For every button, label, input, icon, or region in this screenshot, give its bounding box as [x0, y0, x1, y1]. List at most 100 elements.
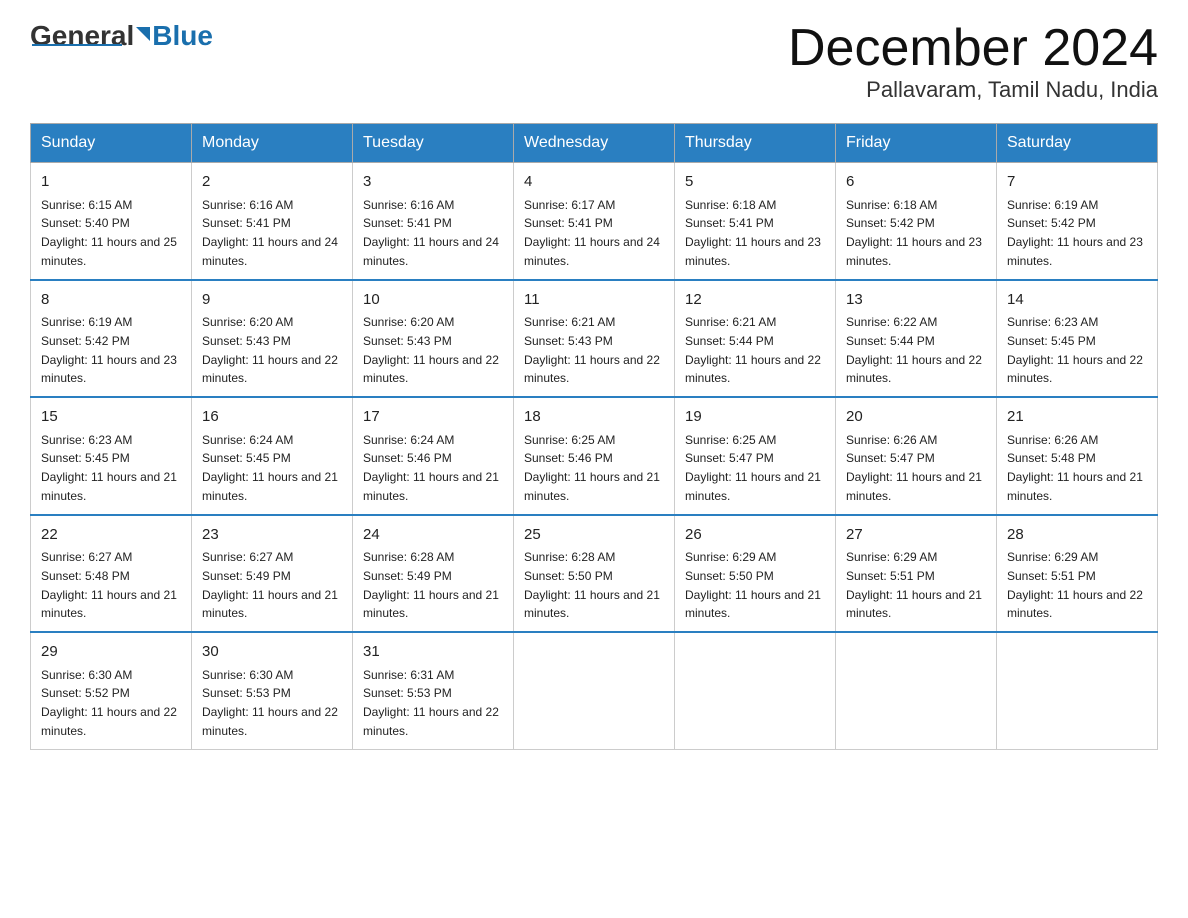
day-number: 20 — [846, 406, 986, 429]
day-info: Sunrise: 6:25 AMSunset: 5:46 PMDaylight:… — [524, 433, 660, 503]
day-info: Sunrise: 6:15 AMSunset: 5:40 PMDaylight:… — [41, 198, 177, 268]
calendar-week-row: 22 Sunrise: 6:27 AMSunset: 5:48 PMDaylig… — [31, 515, 1158, 633]
day-number: 11 — [524, 289, 664, 312]
day-info: Sunrise: 6:27 AMSunset: 5:49 PMDaylight:… — [202, 550, 338, 620]
day-info: Sunrise: 6:30 AMSunset: 5:53 PMDaylight:… — [202, 668, 338, 738]
day-info: Sunrise: 6:31 AMSunset: 5:53 PMDaylight:… — [363, 668, 499, 738]
logo-blue-text: Blue — [152, 20, 213, 52]
calendar-title-area: December 2024 Pallavaram, Tamil Nadu, In… — [788, 20, 1158, 103]
calendar-cell: 22 Sunrise: 6:27 AMSunset: 5:48 PMDaylig… — [31, 515, 192, 633]
day-info: Sunrise: 6:20 AMSunset: 5:43 PMDaylight:… — [363, 315, 499, 385]
day-number: 6 — [846, 171, 986, 194]
weekday-header-saturday: Saturday — [997, 124, 1158, 163]
day-number: 17 — [363, 406, 503, 429]
day-info: Sunrise: 6:30 AMSunset: 5:52 PMDaylight:… — [41, 668, 177, 738]
day-info: Sunrise: 6:27 AMSunset: 5:48 PMDaylight:… — [41, 550, 177, 620]
day-info: Sunrise: 6:26 AMSunset: 5:47 PMDaylight:… — [846, 433, 982, 503]
calendar-cell — [997, 632, 1158, 749]
calendar-cell: 15 Sunrise: 6:23 AMSunset: 5:45 PMDaylig… — [31, 397, 192, 515]
day-info: Sunrise: 6:23 AMSunset: 5:45 PMDaylight:… — [1007, 315, 1143, 385]
day-info: Sunrise: 6:19 AMSunset: 5:42 PMDaylight:… — [1007, 198, 1143, 268]
weekday-header-tuesday: Tuesday — [353, 124, 514, 163]
calendar-cell: 26 Sunrise: 6:29 AMSunset: 5:50 PMDaylig… — [675, 515, 836, 633]
day-number: 15 — [41, 406, 181, 429]
day-info: Sunrise: 6:25 AMSunset: 5:47 PMDaylight:… — [685, 433, 821, 503]
calendar-cell — [675, 632, 836, 749]
calendar-cell — [514, 632, 675, 749]
calendar-cell: 30 Sunrise: 6:30 AMSunset: 5:53 PMDaylig… — [192, 632, 353, 749]
day-info: Sunrise: 6:29 AMSunset: 5:51 PMDaylight:… — [1007, 550, 1143, 620]
weekday-header-sunday: Sunday — [31, 124, 192, 163]
weekday-header-row: SundayMondayTuesdayWednesdayThursdayFrid… — [31, 124, 1158, 163]
day-info: Sunrise: 6:19 AMSunset: 5:42 PMDaylight:… — [41, 315, 177, 385]
calendar-week-row: 15 Sunrise: 6:23 AMSunset: 5:45 PMDaylig… — [31, 397, 1158, 515]
calendar-cell: 29 Sunrise: 6:30 AMSunset: 5:52 PMDaylig… — [31, 632, 192, 749]
calendar-cell: 12 Sunrise: 6:21 AMSunset: 5:44 PMDaylig… — [675, 280, 836, 398]
logo-general-text: General — [30, 20, 134, 52]
logo: General Blue — [30, 20, 213, 46]
calendar-table: SundayMondayTuesdayWednesdayThursdayFrid… — [30, 123, 1158, 750]
location-title: Pallavaram, Tamil Nadu, India — [788, 77, 1158, 103]
calendar-cell: 3 Sunrise: 6:16 AMSunset: 5:41 PMDayligh… — [353, 163, 514, 280]
weekday-header-thursday: Thursday — [675, 124, 836, 163]
day-info: Sunrise: 6:28 AMSunset: 5:49 PMDaylight:… — [363, 550, 499, 620]
calendar-week-row: 1 Sunrise: 6:15 AMSunset: 5:40 PMDayligh… — [31, 163, 1158, 280]
day-number: 25 — [524, 524, 664, 547]
calendar-cell: 7 Sunrise: 6:19 AMSunset: 5:42 PMDayligh… — [997, 163, 1158, 280]
day-number: 5 — [685, 171, 825, 194]
calendar-cell: 2 Sunrise: 6:16 AMSunset: 5:41 PMDayligh… — [192, 163, 353, 280]
day-info: Sunrise: 6:17 AMSunset: 5:41 PMDaylight:… — [524, 198, 660, 268]
day-info: Sunrise: 6:16 AMSunset: 5:41 PMDaylight:… — [363, 198, 499, 268]
calendar-cell: 31 Sunrise: 6:31 AMSunset: 5:53 PMDaylig… — [353, 632, 514, 749]
day-info: Sunrise: 6:18 AMSunset: 5:42 PMDaylight:… — [846, 198, 982, 268]
day-number: 9 — [202, 289, 342, 312]
calendar-cell: 1 Sunrise: 6:15 AMSunset: 5:40 PMDayligh… — [31, 163, 192, 280]
calendar-week-row: 29 Sunrise: 6:30 AMSunset: 5:52 PMDaylig… — [31, 632, 1158, 749]
day-info: Sunrise: 6:20 AMSunset: 5:43 PMDaylight:… — [202, 315, 338, 385]
calendar-cell: 18 Sunrise: 6:25 AMSunset: 5:46 PMDaylig… — [514, 397, 675, 515]
calendar-cell: 21 Sunrise: 6:26 AMSunset: 5:48 PMDaylig… — [997, 397, 1158, 515]
calendar-cell: 16 Sunrise: 6:24 AMSunset: 5:45 PMDaylig… — [192, 397, 353, 515]
calendar-cell: 24 Sunrise: 6:28 AMSunset: 5:49 PMDaylig… — [353, 515, 514, 633]
calendar-cell: 10 Sunrise: 6:20 AMSunset: 5:43 PMDaylig… — [353, 280, 514, 398]
day-number: 13 — [846, 289, 986, 312]
day-number: 4 — [524, 171, 664, 194]
calendar-cell: 25 Sunrise: 6:28 AMSunset: 5:50 PMDaylig… — [514, 515, 675, 633]
day-number: 28 — [1007, 524, 1147, 547]
day-info: Sunrise: 6:29 AMSunset: 5:51 PMDaylight:… — [846, 550, 982, 620]
weekday-header-wednesday: Wednesday — [514, 124, 675, 163]
day-number: 31 — [363, 641, 503, 664]
day-number: 22 — [41, 524, 181, 547]
calendar-cell: 4 Sunrise: 6:17 AMSunset: 5:41 PMDayligh… — [514, 163, 675, 280]
calendar-cell: 27 Sunrise: 6:29 AMSunset: 5:51 PMDaylig… — [836, 515, 997, 633]
day-number: 12 — [685, 289, 825, 312]
calendar-cell — [836, 632, 997, 749]
day-number: 10 — [363, 289, 503, 312]
day-number: 16 — [202, 406, 342, 429]
day-number: 21 — [1007, 406, 1147, 429]
day-info: Sunrise: 6:26 AMSunset: 5:48 PMDaylight:… — [1007, 433, 1143, 503]
calendar-cell: 19 Sunrise: 6:25 AMSunset: 5:47 PMDaylig… — [675, 397, 836, 515]
logo-triangle-icon — [136, 27, 150, 41]
day-number: 2 — [202, 171, 342, 194]
weekday-header-monday: Monday — [192, 124, 353, 163]
day-number: 29 — [41, 641, 181, 664]
calendar-cell: 28 Sunrise: 6:29 AMSunset: 5:51 PMDaylig… — [997, 515, 1158, 633]
calendar-cell: 17 Sunrise: 6:24 AMSunset: 5:46 PMDaylig… — [353, 397, 514, 515]
day-number: 19 — [685, 406, 825, 429]
day-number: 14 — [1007, 289, 1147, 312]
day-info: Sunrise: 6:21 AMSunset: 5:44 PMDaylight:… — [685, 315, 821, 385]
calendar-cell: 14 Sunrise: 6:23 AMSunset: 5:45 PMDaylig… — [997, 280, 1158, 398]
day-info: Sunrise: 6:24 AMSunset: 5:45 PMDaylight:… — [202, 433, 338, 503]
day-info: Sunrise: 6:29 AMSunset: 5:50 PMDaylight:… — [685, 550, 821, 620]
day-number: 8 — [41, 289, 181, 312]
calendar-cell: 23 Sunrise: 6:27 AMSunset: 5:49 PMDaylig… — [192, 515, 353, 633]
day-info: Sunrise: 6:18 AMSunset: 5:41 PMDaylight:… — [685, 198, 821, 268]
calendar-cell: 9 Sunrise: 6:20 AMSunset: 5:43 PMDayligh… — [192, 280, 353, 398]
day-number: 30 — [202, 641, 342, 664]
day-number: 26 — [685, 524, 825, 547]
day-number: 27 — [846, 524, 986, 547]
day-number: 24 — [363, 524, 503, 547]
calendar-cell: 8 Sunrise: 6:19 AMSunset: 5:42 PMDayligh… — [31, 280, 192, 398]
weekday-header-friday: Friday — [836, 124, 997, 163]
